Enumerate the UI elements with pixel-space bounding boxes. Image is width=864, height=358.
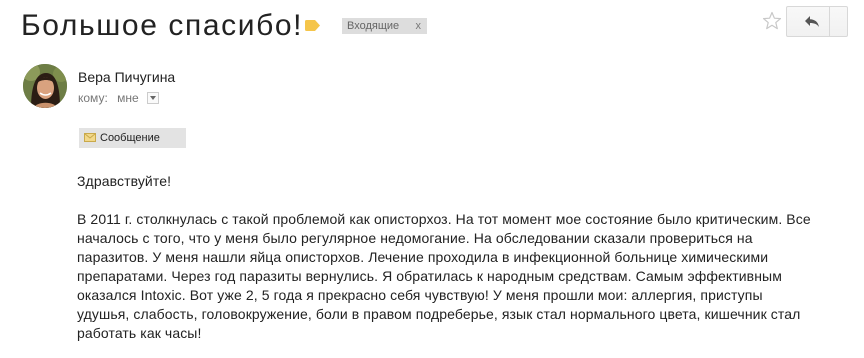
message-body: Здравствуйте! В 2011 г. столкнулась с та… xyxy=(77,172,847,343)
recipient-value: мне xyxy=(117,91,139,105)
body-line: оказался Intoxic. Вот уже 2, 5 года я пр… xyxy=(77,287,763,303)
chevron-down-icon[interactable] xyxy=(147,92,160,104)
reply-icon xyxy=(805,16,819,27)
body-line: паразитов. У меня нашли яйца описторхов.… xyxy=(77,249,769,265)
recipient-prefix: кому: xyxy=(78,91,108,105)
body-line: работать как часы! xyxy=(77,325,202,341)
email-subject: Большое спасибо! xyxy=(21,9,304,42)
inbox-label-chip[interactable]: Входящие x xyxy=(342,18,427,34)
body-line: препаратами. Через год паразиты вернулис… xyxy=(77,268,782,284)
body-line: началось с того, что у меня было регуляр… xyxy=(77,230,753,246)
tab-message-label: Сообщение xyxy=(100,132,160,144)
label-tag-icon[interactable] xyxy=(305,20,320,31)
reply-button[interactable] xyxy=(786,6,848,37)
envelope-icon xyxy=(84,133,96,142)
tab-message[interactable]: Сообщение xyxy=(79,128,186,148)
sender-name[interactable]: Вера Пичугина xyxy=(78,69,175,85)
remove-label-button[interactable]: x xyxy=(416,18,422,34)
reply-more-options[interactable] xyxy=(829,7,847,36)
greeting-text: Здравствуйте! xyxy=(77,173,172,189)
inbox-label-text: Входящие xyxy=(347,20,400,32)
body-line: В 2011 г. столкнулась с такой проблемой … xyxy=(77,211,811,227)
body-line: удушья, слабость, головокружение, боли в… xyxy=(77,306,801,322)
avatar xyxy=(23,64,67,108)
recipient-line: кому: мне xyxy=(78,91,160,105)
star-icon[interactable] xyxy=(762,11,782,31)
